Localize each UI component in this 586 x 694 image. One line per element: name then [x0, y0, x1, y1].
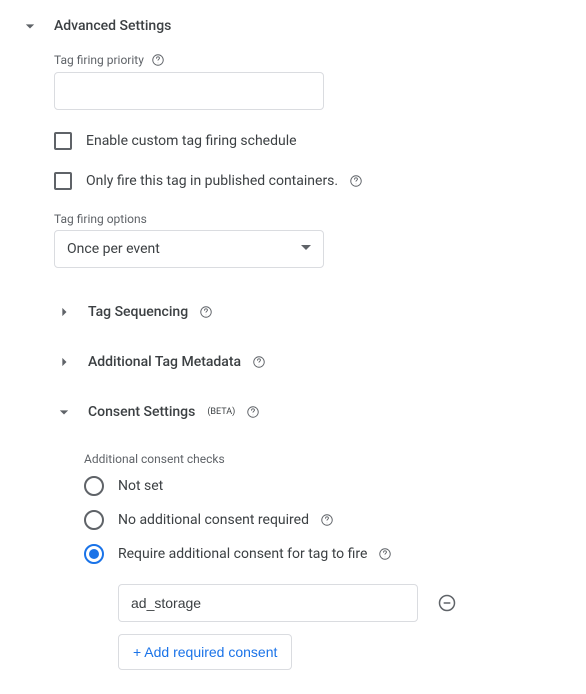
chevron-right-icon: [54, 302, 74, 322]
required-consent-input[interactable]: [118, 584, 418, 622]
field-label: Tag firing options: [54, 212, 562, 226]
consent-label: Additional consent checks: [84, 452, 562, 466]
sequencing-text: Tag Sequencing: [88, 304, 188, 320]
no-additional-text: No additional consent required: [118, 512, 309, 528]
only-published-checkbox[interactable]: [54, 172, 72, 190]
beta-badge: (BETA): [207, 407, 235, 417]
consent-settings-row[interactable]: Consent Settings (BETA): [54, 402, 562, 422]
help-icon[interactable]: [245, 404, 261, 420]
select-value: Once per event: [67, 241, 160, 257]
help-icon[interactable]: [150, 52, 166, 68]
radio-label: No additional consent required: [118, 512, 335, 528]
advanced-settings-header[interactable]: Advanced Settings: [20, 16, 562, 36]
tag-firing-priority-field: Tag firing priority: [54, 52, 562, 110]
tag-sequencing-row[interactable]: Tag Sequencing: [54, 302, 562, 322]
chevron-down-icon: [20, 16, 40, 36]
help-icon[interactable]: [251, 354, 267, 370]
custom-schedule-checkbox[interactable]: [54, 132, 72, 150]
radio-row-no-additional: No additional consent required: [84, 510, 562, 530]
priority-label-text: Tag firing priority: [54, 53, 144, 67]
consent-block: Additional consent checks Not set No add…: [84, 452, 562, 670]
help-icon[interactable]: [348, 173, 364, 189]
chevron-down-icon: [54, 402, 74, 422]
metadata-text: Additional Tag Metadata: [88, 354, 241, 370]
radio-require[interactable]: [84, 544, 104, 564]
additional-metadata-row[interactable]: Additional Tag Metadata: [54, 352, 562, 372]
firing-options-label-text: Tag firing options: [54, 212, 147, 226]
help-icon[interactable]: [198, 304, 214, 320]
chevron-right-icon: [54, 352, 74, 372]
only-published-label: Only fire this tag in published containe…: [86, 173, 364, 189]
subsection-title: Tag Sequencing: [88, 304, 214, 320]
help-icon[interactable]: [377, 546, 393, 562]
only-published-row: Only fire this tag in published containe…: [54, 172, 562, 190]
radio-no-additional[interactable]: [84, 510, 104, 530]
custom-schedule-row: Enable custom tag firing schedule: [54, 132, 562, 150]
radio-not-set[interactable]: [84, 476, 104, 496]
section-title: Advanced Settings: [54, 18, 171, 34]
radio-row-require: Require additional consent for tag to fi…: [84, 544, 562, 564]
require-text: Require additional consent for tag to fi…: [118, 546, 367, 562]
radio-label: Not set: [118, 478, 163, 494]
help-icon[interactable]: [319, 512, 335, 528]
only-published-text: Only fire this tag in published containe…: [86, 173, 338, 189]
remove-circle-icon[interactable]: [436, 592, 458, 614]
firing-options-select[interactable]: Once per event: [54, 230, 324, 268]
tag-firing-options-field: Tag firing options Once per event: [54, 212, 562, 268]
field-label: Tag firing priority: [54, 52, 562, 68]
subsection-title: Consent Settings (BETA): [88, 404, 261, 420]
dropdown-icon: [301, 241, 311, 257]
radio-label: Require additional consent for tag to fi…: [118, 546, 393, 562]
add-required-consent-button[interactable]: + Add required consent: [118, 634, 292, 670]
subsection-title: Additional Tag Metadata: [88, 354, 267, 370]
consent-text: Consent Settings: [88, 404, 195, 420]
custom-schedule-label: Enable custom tag firing schedule: [86, 133, 297, 149]
radio-row-not-set: Not set: [84, 476, 562, 496]
consent-input-row: [118, 584, 562, 622]
priority-input[interactable]: [54, 72, 324, 110]
